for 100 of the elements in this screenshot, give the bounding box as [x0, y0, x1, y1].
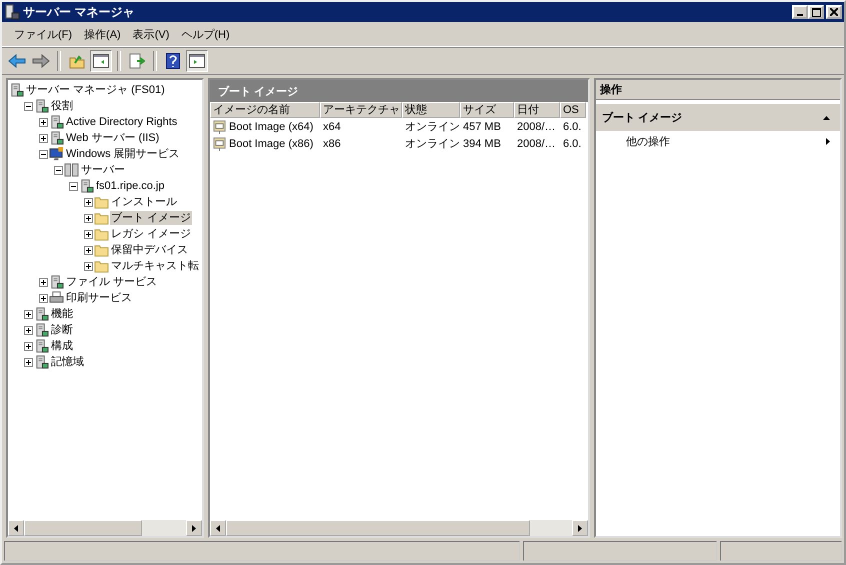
tree-item[interactable]: Windows 展開サービス	[65, 147, 181, 161]
table-cell-text: オンライン	[405, 120, 460, 134]
folder-up-icon	[69, 53, 85, 69]
server-icon	[34, 355, 49, 369]
table-cell: x64	[323, 120, 341, 132]
minimize-button[interactable]	[792, 5, 808, 19]
expand-icon[interactable]	[24, 326, 33, 334]
action-item[interactable]: 他の操作	[596, 131, 840, 152]
folder-icon	[94, 244, 109, 256]
expand-icon[interactable]	[39, 294, 48, 302]
folder-icon	[94, 228, 109, 240]
server-icon	[9, 83, 24, 97]
column-header[interactable]: 日付	[514, 102, 560, 118]
folder-icon	[94, 212, 109, 224]
column-header[interactable]: 状態	[402, 102, 460, 118]
help-icon	[166, 53, 180, 69]
column-header[interactable]: アーキテクチャ	[320, 102, 402, 118]
tree-item[interactable]: 保留中デバイス	[110, 243, 189, 257]
maximize-icon	[812, 8, 820, 16]
window-title: サーバー マネージャ	[23, 4, 136, 20]
table-cell: 2008/…	[517, 138, 556, 150]
expand-icon[interactable]	[39, 118, 48, 126]
tree-item[interactable]: マルチキャスト転	[110, 259, 200, 273]
collapse-icon[interactable]	[54, 166, 63, 174]
tree-item[interactable]: 構成	[50, 339, 74, 353]
scroll-left-icon[interactable]	[216, 524, 220, 532]
server-icon	[34, 307, 49, 321]
expand-icon[interactable]	[39, 134, 48, 142]
expand-icon[interactable]	[84, 198, 93, 206]
pane-title: ブート イメージ	[218, 84, 298, 98]
server-icon	[79, 179, 94, 193]
tree-item[interactable]: サーバー	[80, 163, 126, 177]
tree-item[interactable]: ファイル サービス	[65, 275, 158, 289]
expand-icon[interactable]	[84, 246, 93, 254]
monitor-icon	[49, 147, 64, 161]
menu-item[interactable]: 表示(V)	[126, 26, 176, 42]
collapse-icon[interactable]	[69, 182, 78, 190]
expand-icon[interactable]	[84, 230, 93, 238]
tree-item[interactable]: サーバー マネージャ (FS01)	[25, 83, 166, 97]
maximize-button[interactable]	[808, 5, 824, 19]
expand-icon[interactable]	[39, 278, 48, 286]
table-cell: Boot Image (x64)	[229, 120, 314, 132]
expand-icon[interactable]	[24, 342, 33, 350]
table-cell-text: オンライン	[405, 137, 460, 151]
tree-item[interactable]: 印刷サービス	[65, 291, 133, 305]
forward-arrow-icon	[32, 54, 50, 68]
folder-icon	[94, 260, 109, 272]
tree-item[interactable]: インストール	[110, 195, 178, 209]
server-icon	[49, 131, 64, 145]
server-icon	[34, 323, 49, 337]
pane-toggle-button[interactable]	[186, 50, 208, 72]
table-cell: x86	[323, 138, 341, 150]
expand-icon[interactable]	[24, 310, 33, 318]
close-icon	[830, 8, 838, 16]
tree-item[interactable]: Active Directory Rights	[65, 115, 178, 129]
server-icon	[4, 4, 20, 20]
tree-item[interactable]: fs01.ripe.co.jp	[95, 179, 166, 193]
tree-item[interactable]: レガシ イメージ	[110, 227, 192, 241]
pane-icon	[93, 54, 109, 68]
close-button[interactable]	[826, 5, 842, 19]
expand-icon[interactable]	[24, 358, 33, 366]
server-icon	[49, 115, 64, 129]
tree-item[interactable]: 記憶域	[50, 355, 85, 369]
scroll-left-icon[interactable]	[14, 524, 18, 532]
pane-icon	[189, 54, 205, 68]
server-icon	[49, 275, 64, 289]
tree-item[interactable]: 役割	[50, 99, 74, 113]
pane-toggle-button[interactable]	[90, 50, 112, 72]
folder-icon	[94, 196, 109, 208]
expand-icon[interactable]	[84, 262, 93, 270]
collapse-icon[interactable]	[24, 102, 33, 110]
table-cell: Boot Image (x86)	[229, 138, 314, 150]
server-icon	[34, 339, 49, 353]
boot-image-icon	[213, 120, 226, 134]
menu-item[interactable]: ヘルプ(H)	[175, 26, 236, 42]
table-cell: 394 MB	[463, 138, 501, 150]
scroll-right-icon[interactable]	[578, 524, 582, 532]
action-section-header[interactable]: ブート イメージ	[596, 104, 840, 131]
back-arrow-icon	[8, 54, 26, 68]
column-header[interactable]: サイズ	[460, 102, 514, 118]
servers-icon	[64, 163, 79, 177]
table-cell: 6.0.	[563, 138, 582, 150]
scroll-right-icon[interactable]	[192, 524, 196, 532]
menu-item[interactable]: 操作(A)	[78, 26, 127, 42]
horizontal-scrollbar[interactable]	[210, 520, 588, 536]
tree-item[interactable]: ブート イメージ	[110, 211, 192, 225]
table-cell: 6.0.	[563, 120, 582, 132]
boot-image-icon	[213, 136, 226, 150]
tree-item[interactable]: Web サーバー (IIS)	[65, 131, 160, 145]
tree-item[interactable]: 診断	[50, 323, 74, 337]
tree-item[interactable]: 機能	[50, 307, 74, 321]
menu-item[interactable]: ファイル(F)	[8, 26, 78, 42]
expand-icon[interactable]	[84, 214, 93, 222]
table-cell: 2008/…	[517, 120, 556, 132]
collapse-icon[interactable]	[823, 116, 830, 120]
horizontal-scrollbar[interactable]	[8, 520, 202, 536]
column-header[interactable]: OS	[560, 102, 586, 118]
column-header[interactable]: イメージの名前	[210, 102, 320, 118]
collapse-icon[interactable]	[39, 150, 48, 158]
table-cell: 457 MB	[463, 120, 501, 132]
